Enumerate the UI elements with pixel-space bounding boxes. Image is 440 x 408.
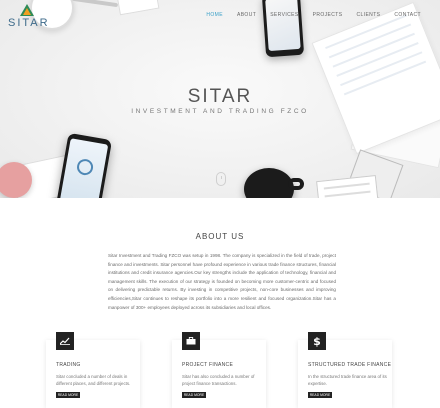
hero-title: SITAR (187, 86, 253, 107)
briefcase-icon (182, 332, 200, 350)
nav-item-clients[interactable]: CLIENTS (349, 12, 387, 18)
chart-icon (56, 332, 74, 350)
logo-inner-triangle-icon (23, 8, 31, 15)
service-card-project-finance: PROJECT FINANCE Sitar has also concluded… (172, 332, 266, 408)
dollar-icon: $ (308, 332, 326, 350)
logo-text: SITAR (8, 17, 50, 29)
read-more-button[interactable]: READ MORE (182, 392, 206, 398)
nav-item-about[interactable]: ABOUT (230, 12, 263, 18)
read-more-button[interactable]: READ MORE (308, 392, 332, 398)
hero-subtitle: INVESTMENT AND TRADING FZCO (131, 108, 309, 115)
scroll-down-icon[interactable] (216, 172, 226, 186)
main-navigation: HOME ABOUT SERVICES PROJECTS CLIENTS CON… (199, 12, 428, 18)
nav-item-projects[interactable]: PROJECTS (306, 12, 350, 18)
service-title: TRADING (56, 362, 81, 368)
service-title: PROJECT FINANCE (182, 362, 234, 368)
about-heading: ABOUT US (195, 232, 245, 241)
about-paragraph: Sitar Investment and Trading FZCO was se… (108, 253, 336, 310)
service-title: STRUCTURED TRADE FINANCE (308, 362, 392, 368)
cup-handle-decoration (288, 178, 304, 190)
phone-decoration (261, 0, 305, 58)
nav-item-home[interactable]: HOME (199, 12, 230, 18)
service-description: Sitar has also concluded a number of pro… (182, 374, 255, 386)
hero-section: SITAR HOME ABOUT SERVICES PROJECTS CLIEN… (0, 0, 440, 198)
nav-item-contact[interactable]: CONTACT (387, 12, 428, 18)
nav-item-services[interactable]: SERVICES (263, 12, 305, 18)
service-description: Sitar concluded a number of deals in dif… (56, 374, 131, 386)
read-more-button[interactable]: READ MORE (56, 392, 80, 398)
service-card-trading: TRADING Sitar concluded a number of deal… (46, 332, 140, 408)
service-description: In the structured trade finance area of … (308, 374, 387, 386)
service-card-structured-trade-finance: $ STRUCTURED TRADE FINANCE In the struct… (298, 332, 392, 408)
site-logo[interactable]: SITAR (6, 4, 50, 30)
